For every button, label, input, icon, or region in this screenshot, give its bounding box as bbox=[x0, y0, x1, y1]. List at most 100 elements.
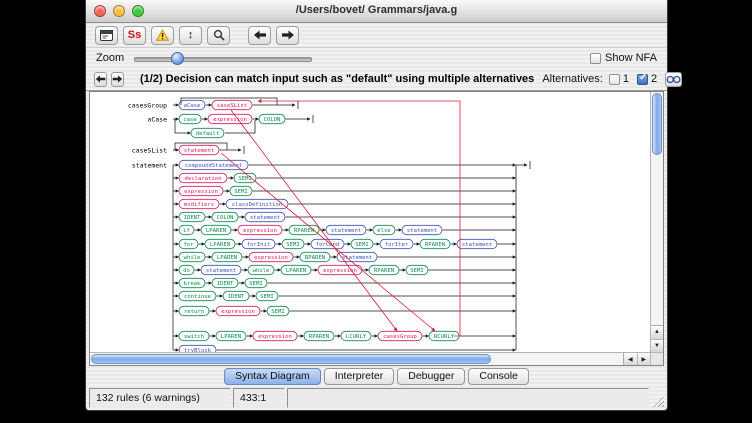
svg-text:RPAREN: RPAREN bbox=[305, 255, 325, 261]
svg-text:SEMI: SEMI bbox=[234, 189, 247, 195]
svg-text:IDENT: IDENT bbox=[184, 215, 201, 221]
horizontal-scrollbar-thumb[interactable] bbox=[91, 354, 491, 364]
svg-text:statement: statement bbox=[132, 161, 167, 169]
svg-text:statement: statement bbox=[331, 228, 361, 234]
svg-text:expression: expression bbox=[258, 334, 292, 340]
warning-bar: (1/2) Decision can match input such as "… bbox=[86, 68, 667, 91]
svg-text:RCURLY: RCURLY bbox=[434, 334, 455, 340]
scroll-down-button[interactable]: ▼ bbox=[651, 339, 663, 353]
svg-text:aCase: aCase bbox=[147, 115, 167, 123]
svg-text:LPAREN: LPAREN bbox=[217, 255, 237, 261]
svg-text:statement: statement bbox=[342, 255, 372, 261]
svg-text:expression: expression bbox=[254, 255, 288, 261]
alternative-2-label: 2 bbox=[651, 73, 657, 85]
zoom-label: Zoom bbox=[96, 52, 124, 64]
tab-console[interactable]: Console bbox=[468, 368, 529, 385]
console-button[interactable] bbox=[95, 26, 118, 45]
svg-text:SEMI: SEMI bbox=[271, 309, 284, 315]
alternative-1-group: 1 bbox=[609, 73, 629, 85]
go-forward-button[interactable] bbox=[276, 26, 299, 45]
titlebar[interactable]: /Users/bovet/ Grammars/java.g bbox=[86, 0, 667, 23]
svg-text:LPAREN: LPAREN bbox=[221, 334, 241, 340]
svg-text:continue: continue bbox=[184, 294, 212, 300]
svg-text:LPAREN: LPAREN bbox=[206, 228, 226, 234]
svg-text:aCase: aCase bbox=[184, 103, 201, 109]
svg-text:expression: expression bbox=[221, 309, 255, 315]
svg-text:modifiers: modifiers bbox=[184, 202, 214, 208]
scroll-right-button[interactable]: ▶ bbox=[637, 353, 651, 365]
scroll-up-button[interactable]: ▲ bbox=[651, 326, 663, 339]
zoom-slider-knob[interactable] bbox=[171, 52, 184, 65]
go-back-button[interactable] bbox=[248, 26, 271, 45]
vertical-scrollbar-thumb[interactable] bbox=[652, 93, 662, 155]
horizontal-scrollbar[interactable]: ◀ ▶ bbox=[90, 352, 650, 365]
warning-text: (1/2) Decision can match input such as "… bbox=[140, 73, 534, 85]
find-button[interactable] bbox=[207, 26, 230, 45]
svg-text:LPAREN: LPAREN bbox=[210, 242, 230, 248]
show-nfa-label: Show NFA bbox=[605, 52, 657, 64]
svg-text:caseSList: caseSList bbox=[132, 146, 167, 154]
svg-text:LPAREN: LPAREN bbox=[286, 268, 306, 274]
svg-text:declaration: declaration bbox=[184, 176, 221, 182]
warnings-button[interactable] bbox=[151, 26, 174, 45]
svg-text:break: break bbox=[184, 281, 201, 287]
ss-label: Ss bbox=[128, 29, 141, 41]
alternative-1-label: 1 bbox=[623, 73, 629, 85]
svg-text:if: if bbox=[183, 228, 190, 234]
back-arrow-icon bbox=[95, 75, 106, 83]
zoom-slider[interactable] bbox=[134, 52, 312, 65]
zoom-slider-track[interactable] bbox=[134, 57, 312, 62]
forward-arrow-icon bbox=[112, 75, 123, 83]
warning-icon bbox=[156, 29, 169, 41]
tab-interpreter[interactable]: Interpreter bbox=[324, 368, 394, 385]
forward-arrow-icon bbox=[281, 30, 295, 40]
search-icon bbox=[213, 29, 225, 41]
alternative-2-group: 2 bbox=[637, 73, 657, 85]
alternatives-label: Alternatives: bbox=[542, 73, 603, 85]
alternative-1-checkbox[interactable] bbox=[609, 74, 620, 85]
alternative-2-checkbox[interactable] bbox=[637, 74, 648, 85]
syntax-diagram[interactable]: casesGroup aCase caseSList aCase case express… bbox=[91, 93, 652, 360]
svg-text:caseSList: caseSList bbox=[217, 103, 247, 109]
svg-text:forInit: forInit bbox=[247, 242, 271, 248]
console-icon bbox=[100, 30, 113, 41]
svg-text:SEMI: SEMI bbox=[286, 242, 299, 248]
svg-text:statement: statement bbox=[206, 268, 236, 274]
link-icon bbox=[666, 75, 681, 84]
tab-syntax-diagram[interactable]: Syntax Diagram bbox=[224, 368, 321, 385]
scroll-left-button[interactable]: ◀ bbox=[624, 353, 637, 365]
caret-position: 433:1 bbox=[233, 388, 285, 408]
diagram-canvas[interactable]: casesGroup aCase caseSList aCase case express… bbox=[89, 91, 664, 366]
svg-text:while: while bbox=[184, 255, 201, 261]
svg-text:else: else bbox=[377, 228, 391, 234]
check-grammar-button[interactable]: ↕ bbox=[179, 26, 202, 45]
vertical-scrollbar[interactable]: ▲ ▼ bbox=[650, 92, 663, 352]
show-nfa-checkbox[interactable] bbox=[590, 53, 601, 64]
svg-text:SEMI: SEMI bbox=[260, 294, 273, 300]
antlrworks-window: /Users/bovet/ Grammars/java.g Ss ↕ bbox=[85, 0, 668, 411]
status-spacer bbox=[287, 388, 649, 408]
tab-debugger[interactable]: Debugger bbox=[397, 368, 465, 385]
svg-text:expression: expression bbox=[213, 117, 247, 123]
horizontal-scrollbar-arrows: ◀ ▶ bbox=[623, 353, 650, 365]
zoom-row: Zoom Show NFA bbox=[86, 48, 667, 68]
case-sensitive-button[interactable]: Ss bbox=[123, 26, 146, 45]
svg-text:case: case bbox=[183, 117, 197, 123]
svg-text:while: while bbox=[253, 268, 270, 274]
svg-text:forIter: forIter bbox=[385, 242, 409, 248]
resize-grip[interactable] bbox=[651, 394, 665, 408]
svg-text:COLON: COLON bbox=[217, 215, 234, 221]
svg-text:classDefinition: classDefinition bbox=[232, 202, 283, 208]
next-warning-button[interactable] bbox=[111, 72, 124, 87]
window-title: /Users/bovet/ Grammars/java.g bbox=[86, 4, 667, 16]
svg-text:return: return bbox=[184, 309, 204, 315]
rules-status: 132 rules (6 warnings) bbox=[89, 388, 231, 408]
svg-text:casesGroup: casesGroup bbox=[128, 101, 167, 109]
link-warning-button[interactable] bbox=[665, 72, 682, 87]
vertical-scrollbar-arrows: ▲ ▼ bbox=[651, 325, 663, 352]
svg-text:casesGroup: casesGroup bbox=[383, 334, 417, 340]
svg-text:statement: statement bbox=[250, 215, 280, 221]
svg-text:RPAREN: RPAREN bbox=[294, 228, 314, 234]
svg-text:statement: statement bbox=[184, 148, 214, 154]
previous-warning-button[interactable] bbox=[94, 72, 107, 87]
